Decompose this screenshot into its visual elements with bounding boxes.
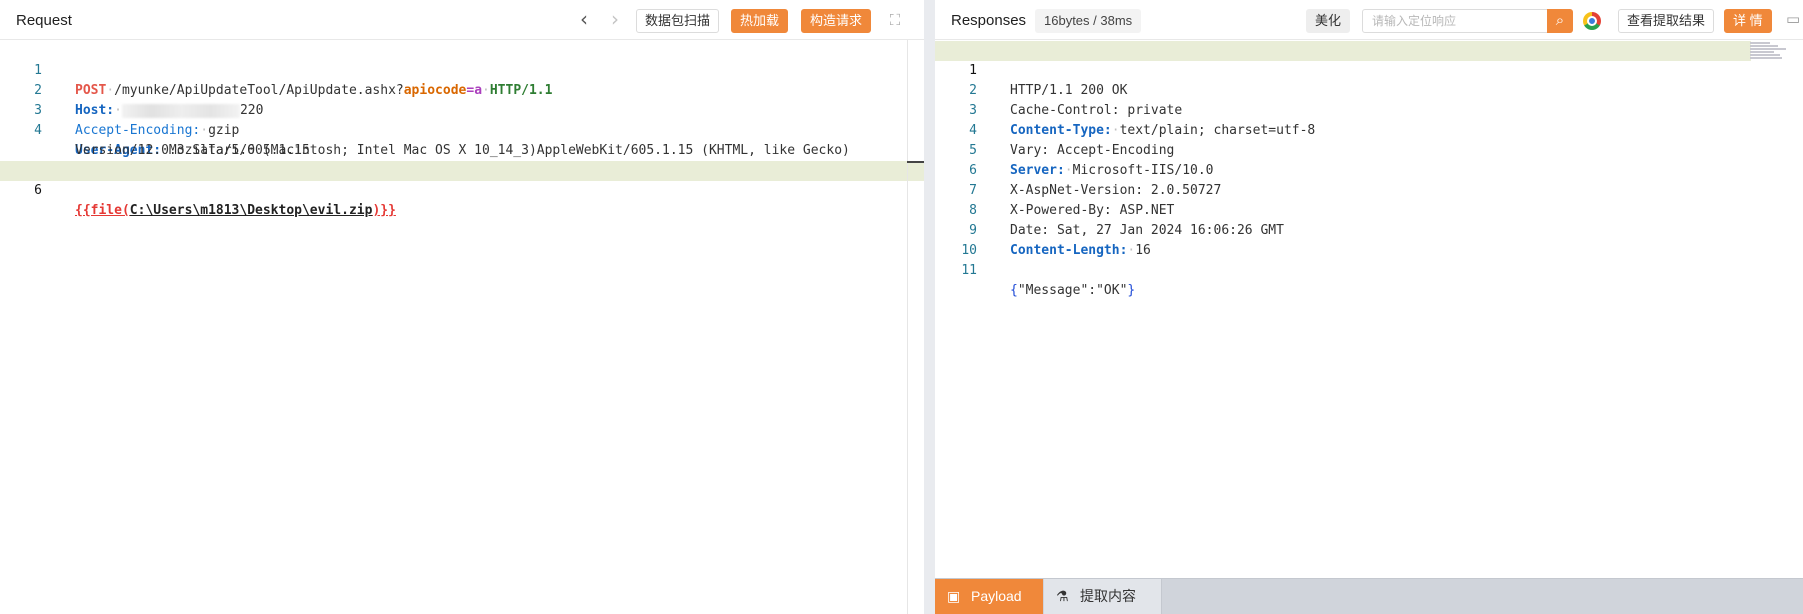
template-open: {{file(	[75, 203, 130, 218]
request-line-1: 1 POST·/myunke/ApiUpdateTool/ApiUpdate.a…	[0, 41, 924, 98]
hot-load-button[interactable]: 热加载	[731, 9, 789, 33]
chevron-right-icon[interactable]: ›	[605, 9, 625, 30]
response-line-4: 4 Vary: Accept-Encoding	[935, 101, 1803, 158]
editor-scroll-track[interactable]	[907, 40, 908, 614]
chevron-left-icon[interactable]: ‹	[574, 9, 594, 30]
build-request-button[interactable]: 构造请求	[801, 9, 872, 33]
response-line-3: 3 Content-Type:·text/plain; charset=utf-…	[935, 81, 1803, 138]
packet-scan-button[interactable]: 数据包扫描	[636, 9, 720, 33]
request-panel: Request ‹ › 数据包扫描 热加载 构造请求 ⛶ 1 POST·/myu…	[0, 0, 924, 614]
request-line-4-wrap: Version/12.0.3 Safari/605.1.15	[0, 121, 924, 158]
line-number: 6	[34, 183, 42, 198]
response-bottom-tabs: ▣ Payload ⚗ 提取内容	[935, 578, 1803, 614]
response-line-10: 10	[935, 221, 1803, 258]
tab-extract-label: 提取内容	[1080, 588, 1136, 604]
tab-extract[interactable]: ⚗ 提取内容	[1044, 579, 1161, 614]
beautify-button[interactable]: 美化	[1306, 9, 1351, 33]
expand-icon[interactable]: ⛶	[886, 11, 904, 29]
comment-icon[interactable]: ▭	[1786, 11, 1803, 27]
tab-payload-label: Payload	[971, 588, 1022, 604]
request-line-3: 3 Accept-Encoding:·gzip	[0, 81, 924, 138]
request-line-6: 6 {{file(C:\Users\m1813\Desktop\evil.zip…	[0, 161, 924, 218]
request-title: Request	[16, 12, 72, 29]
editor-scroll-marker	[907, 161, 924, 163]
request-line-2: 2 Host:· 220	[0, 61, 924, 118]
detail-button[interactable]: 详 情	[1724, 9, 1772, 33]
locate-response-input[interactable]	[1362, 9, 1548, 33]
tab-payload[interactable]: ▣ Payload	[935, 579, 1043, 614]
response-line-6: 6 X-AspNet-Version: 2.0.50727	[935, 141, 1803, 198]
request-line-5: 5	[0, 141, 924, 178]
tab-divider	[1161, 579, 1162, 614]
flask-icon: ⚗	[1056, 589, 1069, 605]
search-icon[interactable]: ⌕	[1547, 9, 1573, 33]
response-line-7: 7 X-Powered-By: ASP.NET	[935, 161, 1803, 218]
response-panel: Responses 16bytes / 38ms 美化 ⌕ 查看提取结果 详 情…	[935, 0, 1803, 614]
line-number: 11	[961, 263, 977, 278]
json-brace-open: {	[1010, 283, 1018, 298]
json-brace-close: }	[1127, 283, 1136, 298]
response-line-9: 9 Content-Length:·16	[935, 201, 1803, 258]
request-header: Request ‹ › 数据包扫描 热加载 构造请求 ⛶	[0, 0, 924, 40]
view-extract-button[interactable]: 查看提取结果	[1618, 9, 1715, 33]
response-header: Responses 16bytes / 38ms 美化 ⌕ 查看提取结果 详 情…	[935, 0, 1803, 40]
response-stat-badge: 16bytes / 38ms	[1035, 9, 1142, 33]
response-line-11: 11 {"Message":"OK"}	[935, 241, 1803, 298]
editor-minimap[interactable]	[1750, 42, 1794, 64]
response-line-5: 5 Server:·Microsoft-IIS/10.0	[935, 121, 1803, 178]
response-body: "Message":"OK"	[1017, 283, 1128, 298]
response-line-1: 1 HTTP/1.1 200 OK	[935, 41, 1751, 98]
response-line-2: 2 Cache-Control: private	[935, 61, 1803, 118]
save-icon: ▣	[947, 589, 961, 605]
response-line-8: 8 Date: Sat, 27 Jan 2024 16:06:26 GMT	[935, 181, 1803, 238]
response-title: Responses	[951, 12, 1027, 29]
request-line-4: 4 User-Agent:·Mozilla/5.0 (Macintosh; In…	[0, 101, 924, 158]
template-file-path: C:\Users\m1813\Desktop\evil.zip	[129, 203, 373, 218]
template-close: )}}	[372, 203, 396, 218]
chrome-icon[interactable]	[1583, 12, 1601, 30]
